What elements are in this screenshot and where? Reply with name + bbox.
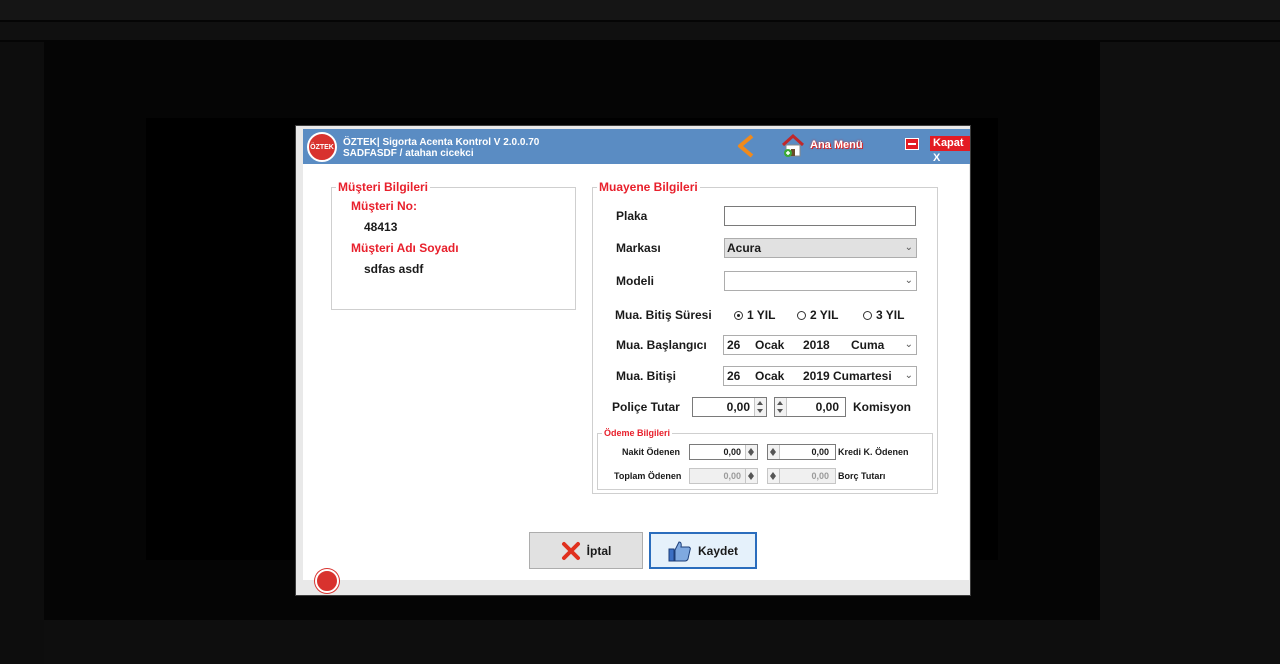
background-bottom-panel [44, 620, 1100, 664]
main-menu-link[interactable]: Ana Menü [810, 139, 863, 151]
payment-info-legend: Ödeme Bilgileri [604, 428, 671, 438]
duration-radio-2-year[interactable]: 2 YIL [797, 308, 838, 322]
start-weekday: Cuma [851, 338, 885, 352]
start-date-label: Mua. Başlangıcı [616, 338, 707, 352]
total-paid-value: 0,00 [723, 471, 741, 481]
cash-paid-value: 0,00 [723, 447, 741, 457]
spinner-icon [745, 469, 757, 483]
plate-input[interactable] [724, 206, 916, 226]
debt-amount-input: 0,00 [767, 468, 836, 484]
save-button[interactable]: Kaydet [649, 532, 757, 569]
cash-paid-input[interactable]: 0,00 [689, 444, 758, 460]
spinner-icon[interactable] [775, 398, 787, 416]
policy-amount-input[interactable]: 0,00 [692, 397, 767, 417]
background-menubar [0, 0, 1280, 20]
duration-option-label: 2 YIL [810, 308, 839, 322]
start-year: 2018 [803, 338, 830, 352]
red-x-icon [561, 541, 580, 560]
plate-label: Plaka [616, 209, 648, 223]
cash-paid-label: Nakit Ödenen [622, 447, 681, 457]
thumbs-up-icon [668, 540, 691, 561]
minimize-button[interactable] [905, 138, 919, 150]
title-bar: ÖZTEK ÖZTEK| Sigorta Acenta Kontrol V 2.… [303, 129, 970, 164]
end-date-picker[interactable]: 26 Ocak 2019 Cumartesi ⌄ [723, 366, 917, 386]
duration-label: Mua. Bitiş Süresi [615, 308, 712, 322]
spinner-icon[interactable] [768, 445, 780, 459]
window-title: ÖZTEK| Sigorta Acenta Kontrol V 2.0.0.70… [343, 137, 539, 159]
user-subtitle: SADFASDF / atahan cicekci [343, 148, 474, 159]
credit-card-paid-value: 0,00 [811, 447, 829, 457]
total-paid-label: Toplam Ödenen [614, 471, 682, 481]
chevron-down-icon: ⌄ [904, 275, 913, 286]
brand-selected-value: Acura [727, 241, 762, 255]
spinner-icon[interactable] [745, 445, 757, 459]
chevron-down-icon: ⌄ [904, 242, 913, 253]
commission-label: Komisyon [853, 400, 912, 414]
end-year: 2019 [803, 369, 830, 383]
credit-card-paid-label: Kredi K. Ödenen [838, 447, 909, 457]
end-date-label: Mua. Bitişi [616, 369, 677, 383]
commission-input[interactable]: 0,00 [774, 397, 846, 417]
duration-radio-3-year[interactable]: 3 YIL [863, 308, 904, 322]
brand-select[interactable]: Acura ⌄ [724, 238, 917, 258]
duration-option-label: 1 YIL [747, 308, 776, 322]
background-left-panel [0, 42, 44, 664]
policy-amount-value: 0,00 [726, 400, 750, 414]
end-weekday: Cumartesi [833, 369, 892, 383]
radio-unchecked-icon [863, 310, 872, 320]
customer-name-label: Müşteri Adı Soyadı [351, 241, 459, 255]
customer-name-value: sdfas asdf [364, 262, 424, 276]
spinner-icon[interactable] [754, 398, 766, 416]
brand-label: Markası [616, 241, 661, 255]
end-day: 26 [727, 369, 741, 383]
cancel-button-label: İptal [586, 543, 612, 558]
debt-amount-value: 0,00 [811, 471, 829, 481]
cancel-button[interactable]: İptal [529, 532, 643, 569]
save-button-label: Kaydet [697, 543, 738, 558]
model-select[interactable]: ⌄ [724, 271, 917, 291]
back-arrow-icon[interactable] [735, 134, 757, 158]
close-button[interactable]: Kapat X [930, 136, 970, 164]
background-toolbar [0, 22, 1280, 40]
start-day: 26 [727, 338, 741, 352]
app-title: ÖZTEK| Sigorta Acenta Kontrol V 2.0.0.70 [343, 137, 540, 148]
customer-number-value: 48413 [364, 220, 398, 234]
footer-logo [315, 569, 339, 593]
background-right-panel [1100, 42, 1280, 664]
duration-radio-1-year[interactable]: 1 YIL [734, 308, 775, 322]
customer-info-legend: Müşteri Bilgileri [338, 180, 429, 194]
duration-option-label: 3 YIL [876, 308, 905, 322]
total-paid-input: 0,00 [689, 468, 758, 484]
credit-card-paid-input[interactable]: 0,00 [767, 444, 836, 460]
start-month: Ocak [755, 338, 785, 352]
policy-amount-label: Poliçe Tutar [612, 400, 680, 414]
insurance-dialog-window: ÖZTEK ÖZTEK| Sigorta Acenta Kontrol V 2.… [295, 125, 971, 596]
start-date-picker[interactable]: 26 Ocak 2018 Cuma ⌄ [723, 335, 917, 355]
commission-value: 0,00 [815, 400, 839, 414]
model-label: Modeli [616, 274, 654, 288]
app-logo: ÖZTEK [307, 132, 337, 162]
chevron-down-icon: ⌄ [904, 370, 913, 381]
end-month: Ocak [755, 369, 785, 383]
customer-number-label: Müşteri No: [351, 199, 417, 213]
spinner-icon [768, 469, 780, 483]
debt-amount-label: Borç Tutarı [838, 471, 886, 481]
radio-unchecked-icon [797, 310, 806, 320]
dialog-content: Müşteri Bilgileri Müşteri No: 48413 Müşt… [303, 164, 969, 580]
inspection-info-legend: Muayene Bilgileri [599, 180, 698, 194]
chevron-down-icon: ⌄ [904, 339, 913, 350]
radio-checked-icon [734, 310, 743, 320]
home-icon[interactable] [781, 133, 805, 159]
